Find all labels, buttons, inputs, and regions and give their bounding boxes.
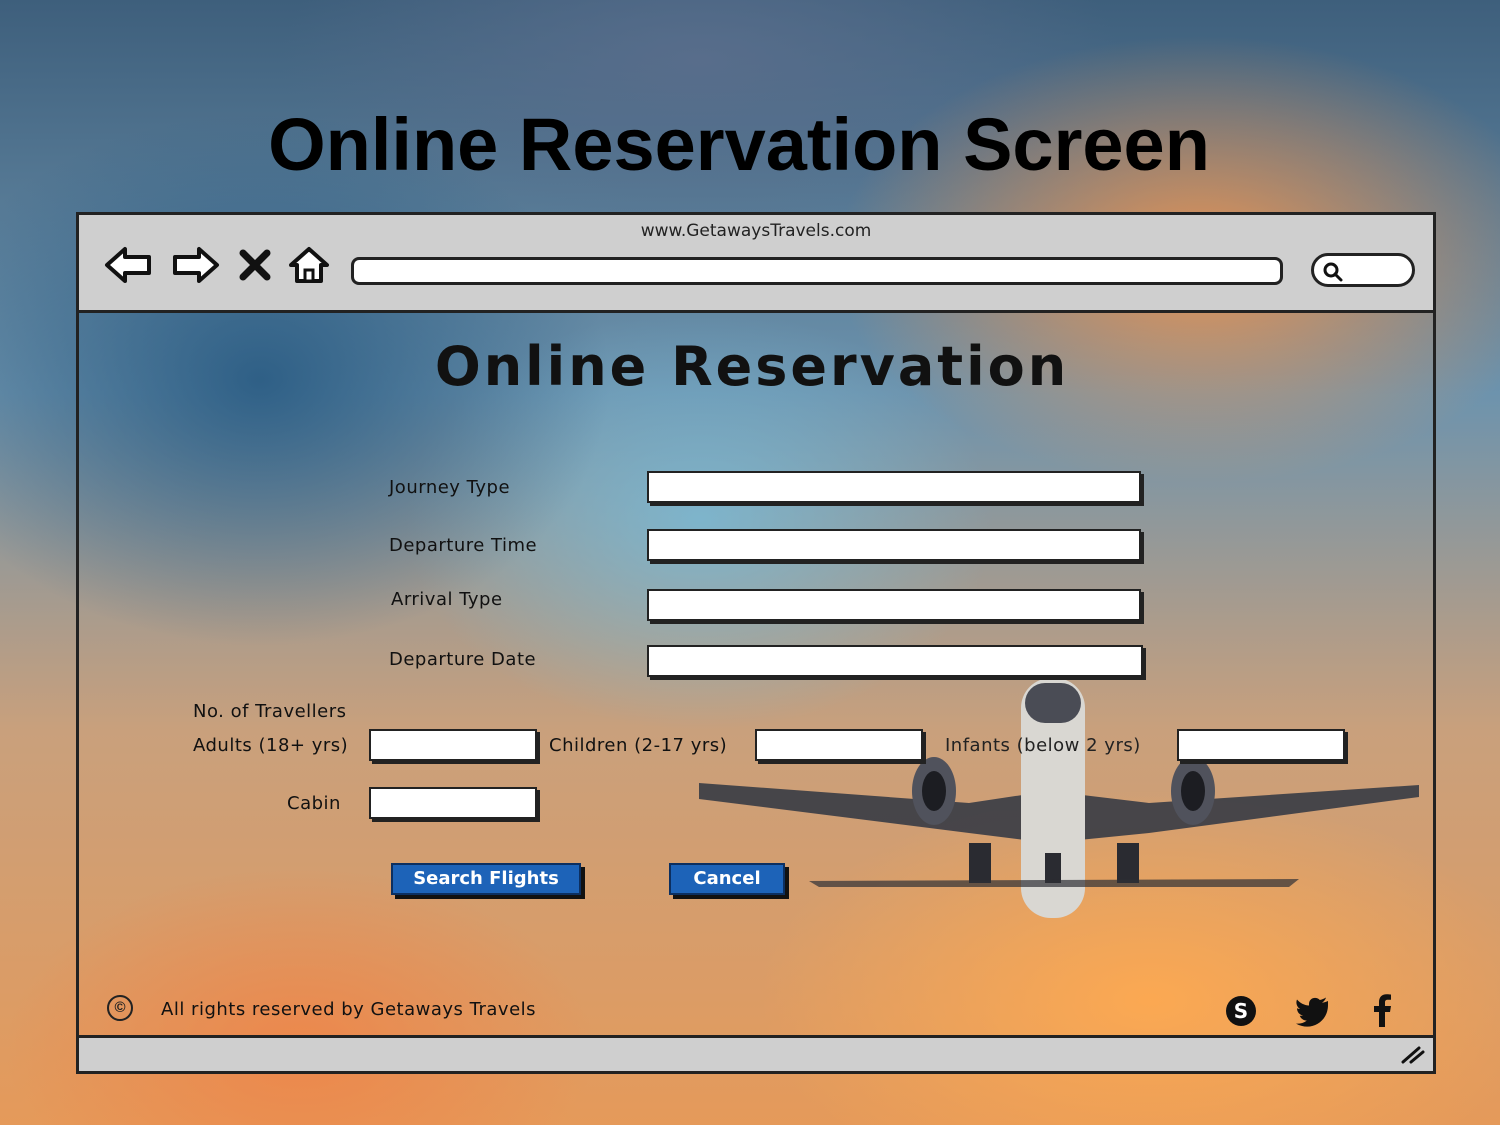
page-content: Online Reservation Journey Type Departur…	[79, 313, 1433, 1037]
skype-icon[interactable]: S	[1223, 993, 1259, 1029]
browser-toolbar: www.GetawaysTravels.com	[79, 215, 1433, 313]
home-icon[interactable]	[285, 243, 333, 287]
browser-statusbar	[79, 1035, 1433, 1071]
page-heading: Online Reservation	[434, 335, 1070, 398]
browser-search-box[interactable]	[1311, 253, 1415, 287]
arrival-type-label: Arrival Type	[391, 589, 503, 610]
adults-label: Adults (18+ yrs)	[193, 735, 349, 756]
search-icon[interactable]	[1322, 261, 1344, 283]
infants-input[interactable]	[1177, 729, 1345, 761]
cabin-label: Cabin	[287, 793, 341, 814]
close-icon[interactable]	[235, 243, 275, 287]
resize-handle-icon[interactable]	[1399, 1044, 1425, 1064]
departure-date-label: Departure Date	[389, 649, 537, 670]
forward-arrow-icon[interactable]	[169, 243, 221, 287]
infants-label: Infants (below 2 yrs)	[945, 735, 1141, 756]
departure-time-label: Departure Time	[389, 535, 538, 556]
departure-time-input[interactable]	[647, 529, 1141, 561]
svg-text:S: S	[1234, 999, 1248, 1023]
cabin-input[interactable]	[369, 787, 537, 819]
departure-date-input[interactable]	[647, 645, 1143, 677]
footer-text: All rights reserved by Getaways Travels	[161, 999, 537, 1020]
facebook-icon[interactable]	[1365, 993, 1401, 1029]
journey-type-label: Journey Type	[389, 477, 511, 498]
travellers-label: No. of Travellers	[193, 701, 347, 722]
copyright-icon: ©	[107, 995, 133, 1021]
search-flights-button[interactable]: Search Flights	[391, 863, 581, 895]
arrival-type-input[interactable]	[647, 589, 1141, 621]
address-bar[interactable]	[351, 257, 1283, 285]
children-input[interactable]	[755, 729, 923, 761]
adults-input[interactable]	[369, 729, 537, 761]
journey-type-input[interactable]	[647, 471, 1141, 503]
twitter-icon[interactable]	[1295, 993, 1331, 1029]
children-label: Children (2-17 yrs)	[549, 735, 728, 756]
browser-window: www.GetawaysTravels.com Online Reservati…	[76, 212, 1436, 1074]
cancel-button[interactable]: Cancel	[669, 863, 785, 895]
back-arrow-icon[interactable]	[103, 243, 155, 287]
slide-title: Online Reservation Screen	[268, 103, 1210, 186]
url-label: www.GetawaysTravels.com	[640, 221, 872, 241]
